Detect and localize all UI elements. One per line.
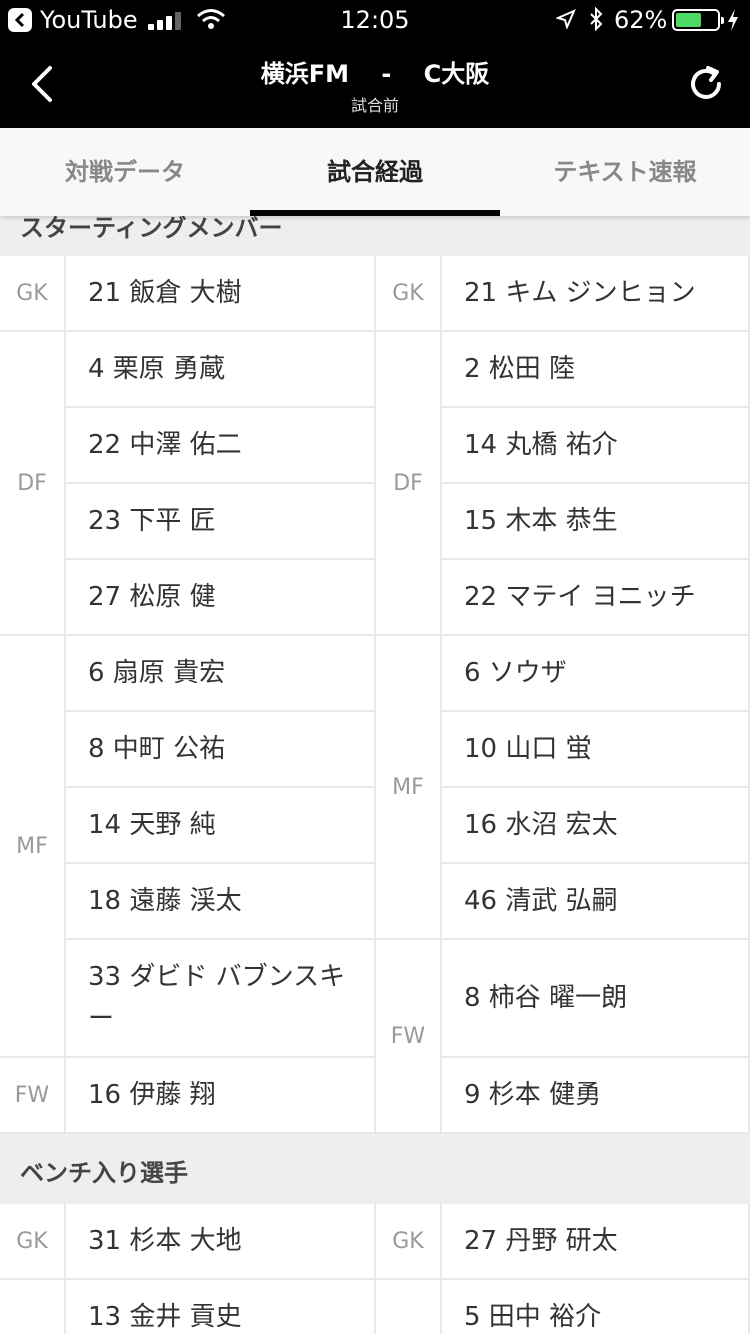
match-title: 横浜FM - C大阪 <box>260 60 490 88</box>
away-player-name[interactable]: 21 キム ジンヒョン <box>442 256 750 332</box>
away-position-label: FW <box>376 940 442 1134</box>
away-player-name[interactable]: 16 水沼 宏太 <box>442 788 750 864</box>
tab-bar: 対戦データ 試合経過 テキスト速報 <box>0 128 750 216</box>
home-player-name[interactable]: 33 ダビド バブンスキー <box>66 940 376 1058</box>
tab-matchup-data[interactable]: 対戦データ <box>0 128 250 216</box>
away-player-name[interactable]: 46 清武 弘嗣 <box>442 864 750 940</box>
home-position-label <box>0 1280 66 1334</box>
home-position-label: MF <box>0 636 66 1058</box>
starting-lineup: 21 飯倉 大樹 GK 4 栗原 勇蔵 22 中澤 佑二 23 下平 匠 27 松原 健D… <box>0 256 750 1134</box>
location-icon <box>556 9 576 29</box>
home-player-name[interactable]: 4 栗原 勇蔵 <box>66 332 376 408</box>
home-position-label: GK <box>0 1204 66 1280</box>
bluetooth-icon <box>590 7 603 31</box>
home-player-name[interactable]: 8 中町 公祐 <box>66 712 376 788</box>
away-player-name[interactable]: 27 丹野 研太 <box>442 1204 750 1280</box>
battery-icon <box>672 9 724 31</box>
status-bar: YouTube 12:05 62% <box>0 0 750 40</box>
top-bar: YouTube 12:05 62% 横浜FM - C大阪 試合前 <box>0 0 750 128</box>
home-player-name[interactable]: 31 杉本 大地 <box>66 1204 376 1280</box>
home-player-name[interactable]: 18 遠藤 渓太 <box>66 864 376 940</box>
battery-fill <box>676 13 701 27</box>
away-player-name[interactable]: 15 木本 恭生 <box>442 484 750 560</box>
home-player-name[interactable]: 6 扇原 貴宏 <box>66 636 376 712</box>
home-player-name[interactable]: 13 金井 貢史 <box>66 1280 376 1334</box>
battery-percent: 62% <box>614 6 668 34</box>
home-player-name[interactable]: 16 伊藤 翔 <box>66 1058 376 1134</box>
away-position-label <box>376 1280 442 1334</box>
home-player-name[interactable]: 21 飯倉 大樹 <box>66 256 376 332</box>
away-player-name[interactable]: 14 丸橋 祐介 <box>442 408 750 484</box>
away-player-name[interactable]: 2 松田 陸 <box>442 332 750 408</box>
away-player-name[interactable]: 22 マテイ ヨニッチ <box>442 560 750 636</box>
refresh-icon[interactable] <box>686 64 726 104</box>
home-position-label: GK <box>0 256 66 332</box>
away-position-label: MF <box>376 636 442 940</box>
bench-lineup: 31 杉本 大地 GK 13 金井 貢史 27 丹野 研太 GK 5 田中 裕介 <box>0 1204 750 1334</box>
away-player-name[interactable]: 8 柿谷 曜一朗 <box>442 940 750 1058</box>
tab-match-progress[interactable]: 試合経過 <box>250 128 500 216</box>
away-player-name[interactable]: 9 杉本 健勇 <box>442 1058 750 1134</box>
home-player-name[interactable]: 22 中澤 佑二 <box>66 408 376 484</box>
home-position-label: DF <box>0 332 66 636</box>
home-position-label: FW <box>0 1058 66 1134</box>
away-position-label: DF <box>376 332 442 636</box>
match-status: 試合前 <box>350 96 399 115</box>
tab-text-live[interactable]: テキスト速報 <box>500 128 750 216</box>
away-position-label: GK <box>376 1204 442 1280</box>
bench-heading: ベンチ入り選手 <box>0 1134 750 1204</box>
home-player-name[interactable]: 23 下平 匠 <box>66 484 376 560</box>
home-player-name[interactable]: 14 天野 純 <box>66 788 376 864</box>
home-player-name[interactable]: 27 松原 健 <box>66 560 376 636</box>
away-player-name[interactable]: 5 田中 裕介 <box>442 1280 750 1334</box>
away-player-name[interactable]: 10 山口 蛍 <box>442 712 750 788</box>
charging-icon <box>728 9 738 31</box>
away-position-label: GK <box>376 256 442 332</box>
away-player-name[interactable]: 6 ソウザ <box>442 636 750 712</box>
